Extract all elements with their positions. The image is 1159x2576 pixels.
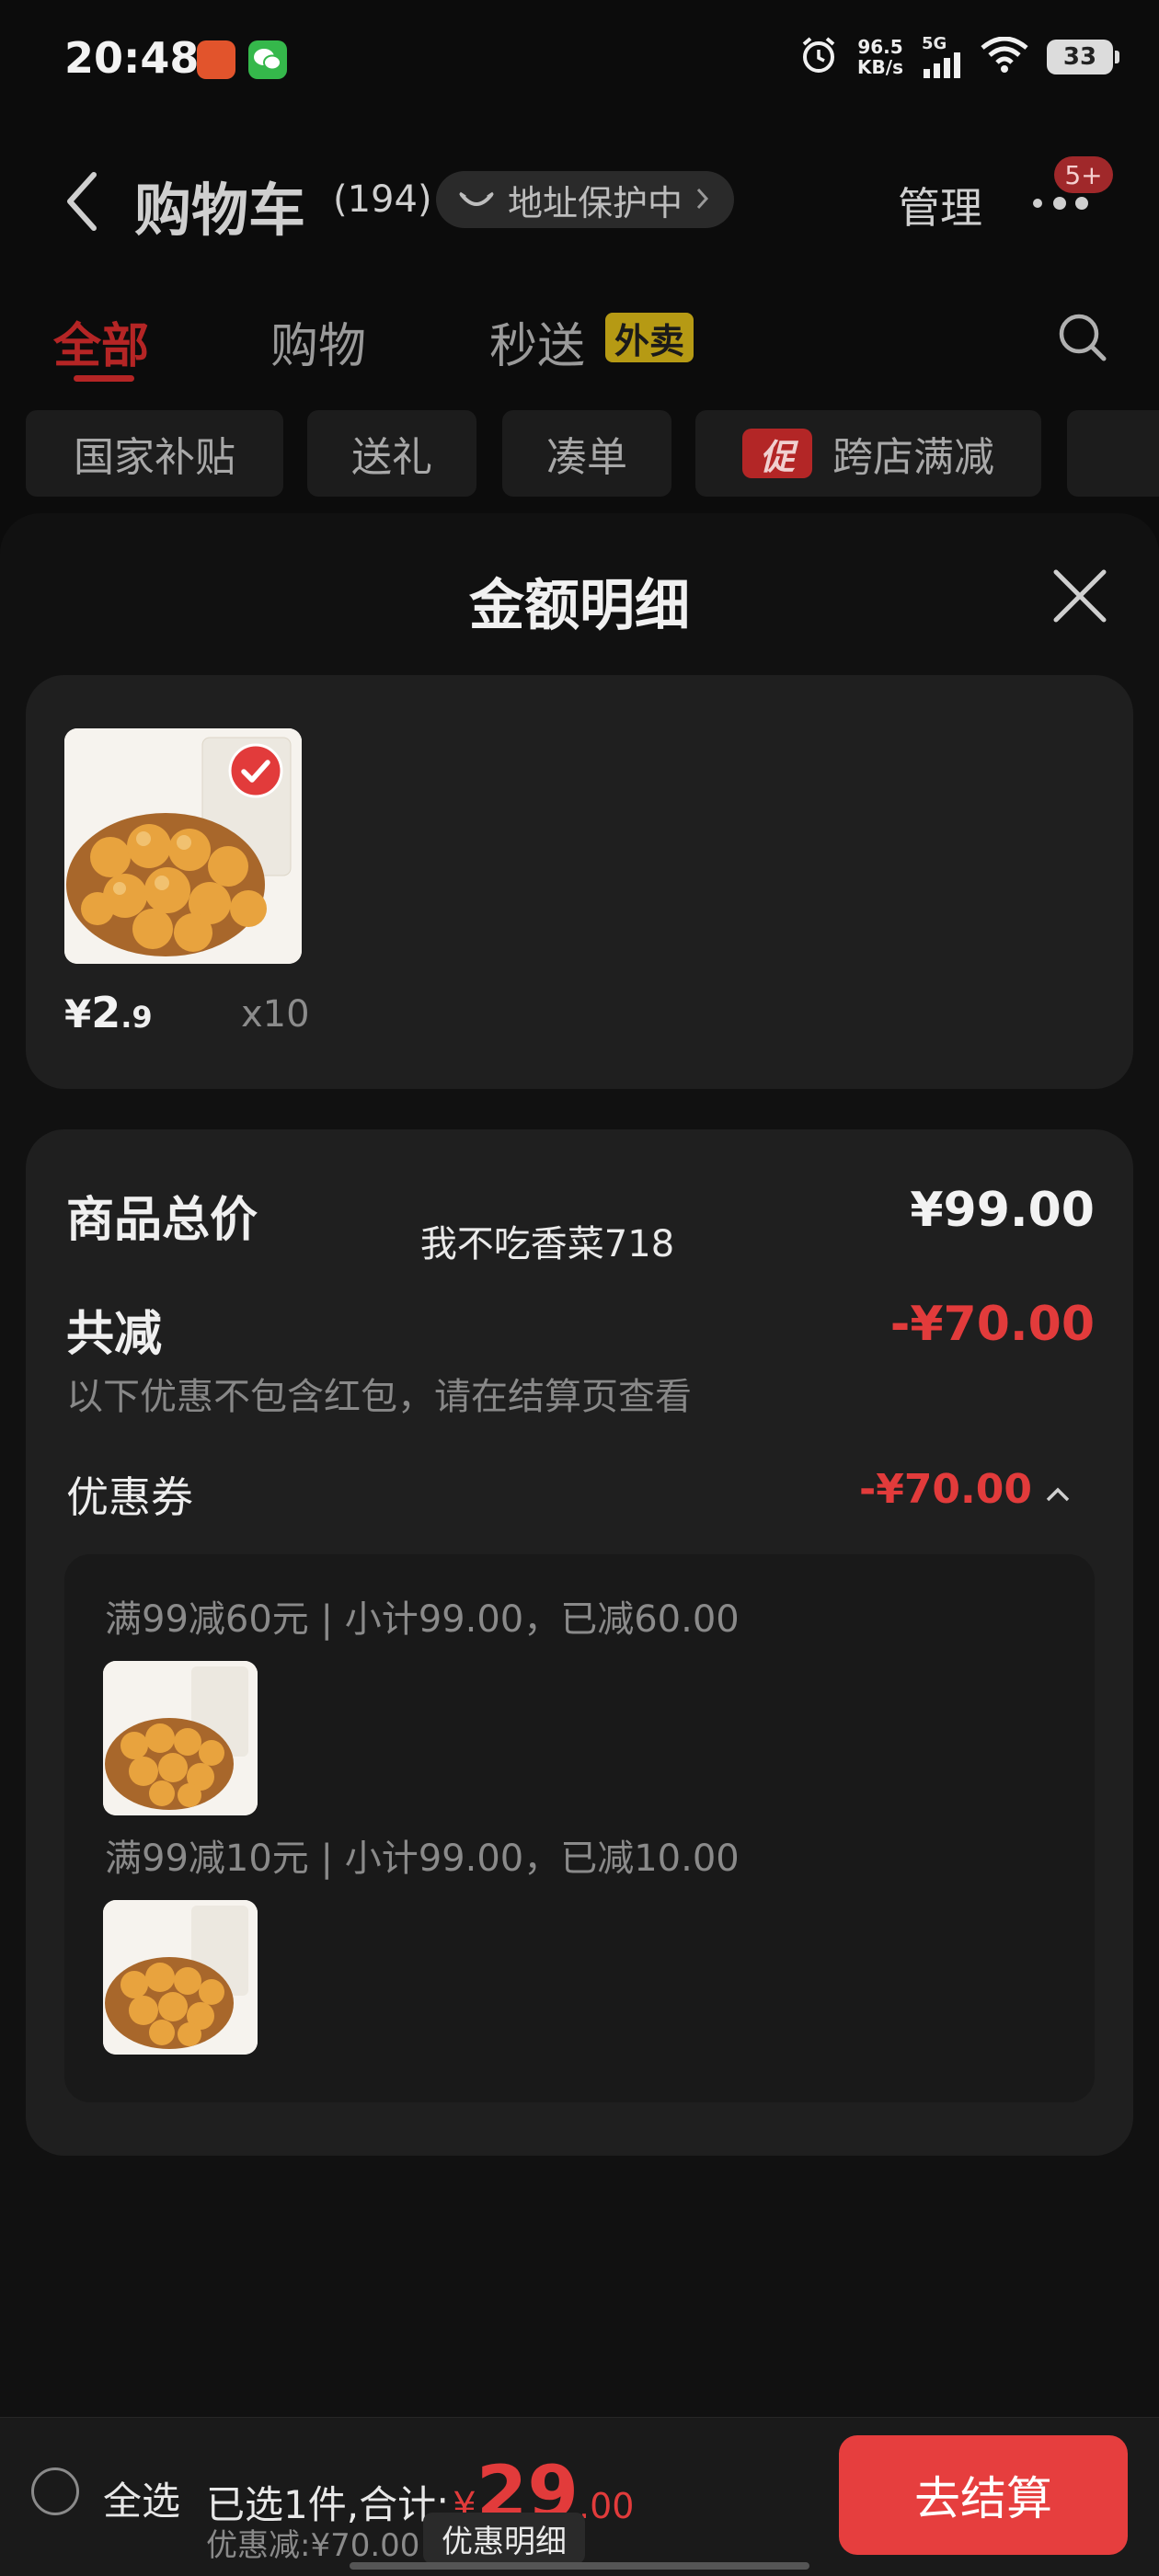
discount-label: 共减 (66, 1307, 163, 1362)
sheet-title: 金额明细 (469, 574, 690, 638)
chip-bundle[interactable]: 凑单 (502, 410, 671, 497)
coupon-product-image (103, 1661, 258, 1815)
chip-cross-store-label: 跨店满减 (832, 434, 994, 481)
back-button[interactable] (61, 169, 103, 234)
discount-summary: 优惠减:¥70.00 (206, 2527, 420, 2564)
signal-icon: 5G (922, 36, 962, 78)
cart-count: (194) (333, 178, 432, 221)
more-button[interactable] (1028, 189, 1093, 217)
select-all-label[interactable]: 全选 (103, 2470, 180, 2526)
coupon-line-1: 满99减60元 | 小计99.00，已减60.00 (105, 1598, 740, 1641)
home-indicator[interactable] (350, 2562, 809, 2570)
address-protect-label: 地址保护中 (508, 182, 683, 223)
app-notification-icon (197, 40, 235, 79)
tab-active-underline (74, 375, 134, 382)
chip-cross-store-discount[interactable]: 促 跨店满减 (695, 410, 1041, 497)
chip-more[interactable] (1067, 410, 1159, 497)
manage-button[interactable]: 管理 (898, 175, 982, 235)
item-quantity: x10 (241, 993, 310, 1036)
smile-icon (458, 179, 495, 220)
tab-all[interactable]: 全部 (53, 307, 149, 376)
checkout-button[interactable]: 去结算 (839, 2435, 1128, 2555)
promo-icon: 促 (742, 429, 812, 478)
address-protect-pill[interactable]: 地址保护中 (436, 171, 735, 228)
status-time: 20:48 (64, 33, 200, 83)
close-button[interactable] (1049, 565, 1111, 627)
tab-instant-delivery[interactable]: 秒送 (489, 307, 585, 376)
discount-detail-button[interactable]: 优惠明细 (423, 2513, 585, 2564)
selected-check-icon (228, 743, 283, 798)
alarm-icon (798, 35, 839, 79)
search-icon[interactable] (1056, 311, 1109, 368)
coupon-product-image (103, 1900, 258, 2055)
wifi-icon (981, 36, 1028, 77)
coupon-toggle[interactable]: -¥70.00 (859, 1466, 1071, 1513)
watermark-text: 我不吃香菜718 (419, 1223, 675, 1265)
chip-national-subsidy[interactable]: 国家补贴 (26, 410, 283, 497)
chip-gift[interactable]: 送礼 (307, 410, 476, 497)
tab-shopping[interactable]: 购物 (270, 307, 366, 376)
coupon-label: 优惠券 (66, 1472, 193, 1522)
more-badge: 5+ (1054, 156, 1113, 193)
status-icons: 96.5 KB/s 5G 33 (798, 35, 1119, 79)
discount-note: 以下优惠不包含红包，请在结算页查看 (66, 1376, 692, 1418)
chevron-right-icon (695, 179, 710, 220)
coupon-line-2: 满99减10元 | 小计99.00，已减10.00 (105, 1838, 740, 1880)
wechat-icon (248, 40, 287, 79)
battery-icon: 33 (1047, 40, 1119, 74)
item-price: ¥2.9 (64, 988, 153, 1037)
takeout-badge: 外卖 (605, 313, 694, 362)
chevron-up-icon (1045, 1466, 1071, 1513)
page-title: 购物车 (134, 177, 306, 244)
net-speed: 96.5 KB/s (857, 36, 903, 78)
coupon-value: -¥70.00 (858, 1466, 1032, 1513)
discount-value: -¥70.00 (889, 1297, 1095, 1352)
select-all-checkbox[interactable] (31, 2467, 79, 2515)
